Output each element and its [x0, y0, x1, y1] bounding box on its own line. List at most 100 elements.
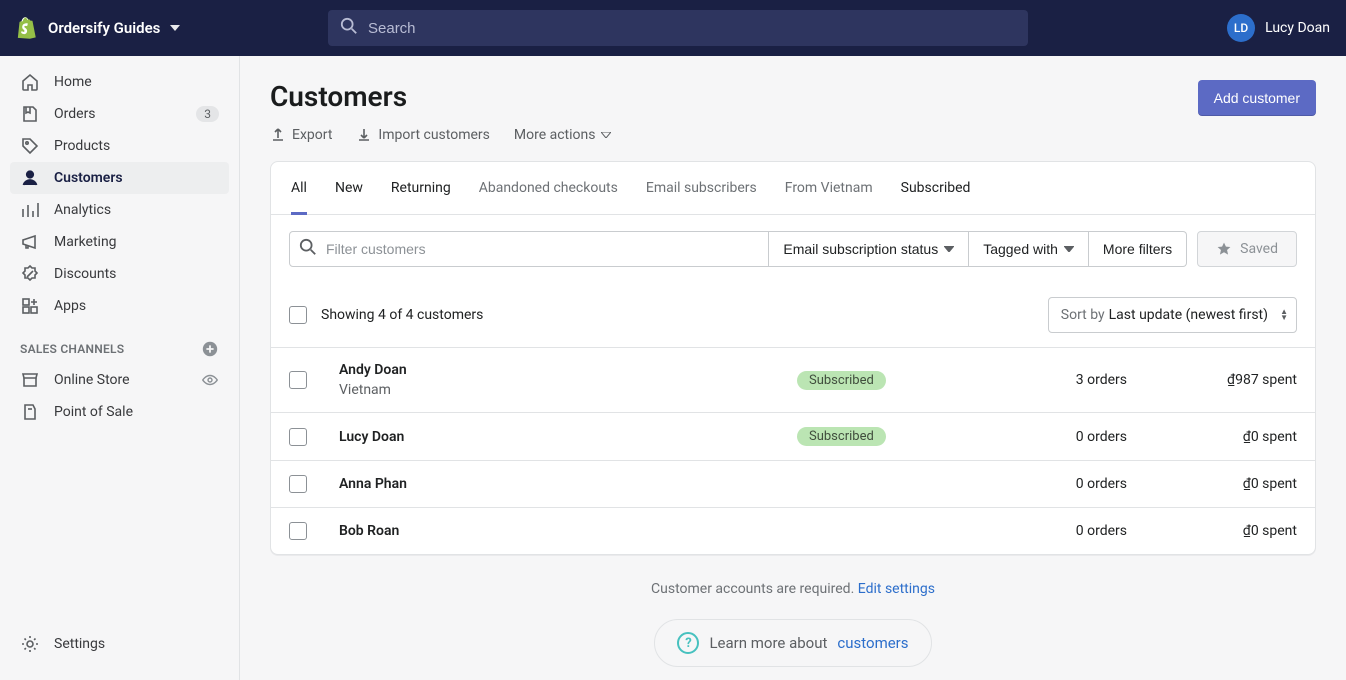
customers-card: All New Returning Abandoned checkouts Email …	[270, 161, 1316, 555]
tab-returning[interactable]: Returning	[391, 162, 451, 215]
sidebar-item-orders[interactable]: Orders 3	[10, 98, 229, 130]
status-badge: Subscribed	[797, 371, 886, 390]
saved-search-button: Saved	[1197, 231, 1297, 267]
sidebar-item-online-store[interactable]: Online Store	[10, 364, 229, 396]
export-label: Export	[292, 127, 332, 143]
customer-rows: Andy DoanVietnam Subscribed 3 orders ₫987 s…	[271, 347, 1315, 554]
global-search-input[interactable]	[328, 10, 1028, 46]
customer-name-cell: Bob Roan	[339, 523, 787, 539]
export-button[interactable]: Export	[270, 127, 332, 143]
customer-name-cell: Andy DoanVietnam	[339, 362, 787, 398]
tab-email-subscribers[interactable]: Email subscribers	[646, 162, 757, 215]
sort-select[interactable]: Sort by Last update (newest first) ▲▼	[1048, 297, 1297, 333]
select-all-checkbox[interactable]	[289, 306, 307, 324]
user-name: Lucy Doan	[1265, 20, 1330, 36]
tab-abandoned-checkouts[interactable]: Abandoned checkouts	[479, 162, 618, 215]
more-filters-label: More filters	[1103, 241, 1172, 257]
gear-icon	[20, 634, 40, 654]
discount-icon	[20, 264, 40, 284]
sidebar-item-label: Analytics	[54, 202, 111, 218]
view-store-icon[interactable]	[201, 371, 219, 389]
tab-all[interactable]: All	[291, 162, 307, 215]
home-icon	[20, 72, 40, 92]
import-button[interactable]: Import customers	[356, 127, 489, 143]
global-search[interactable]	[328, 10, 1028, 46]
learn-prefix: Learn more about	[709, 634, 827, 652]
table-row[interactable]: Bob Roan 0 orders ₫0 spent	[271, 507, 1315, 554]
add-customer-button[interactable]: Add customer	[1198, 80, 1316, 116]
page-secondary-actions: Export Import customers More actions	[270, 127, 611, 143]
edit-settings-link[interactable]: Edit settings	[858, 581, 935, 597]
tab-subscribed[interactable]: Subscribed	[901, 162, 971, 215]
sort-prefix: Sort by	[1061, 307, 1105, 323]
sidebar-item-settings[interactable]: Settings	[10, 628, 229, 660]
showing-count: Showing 4 of 4 customers	[321, 307, 483, 323]
spent-cell: ₫987 spent	[1137, 372, 1297, 388]
sidebar-item-label: Online Store	[54, 372, 130, 388]
more-actions-button[interactable]: More actions	[514, 127, 612, 143]
search-icon	[299, 238, 317, 260]
page-header: Customers Export Import customers More a…	[270, 80, 1316, 143]
import-label: Import customers	[378, 127, 489, 143]
sidebar-item-marketing[interactable]: Marketing	[10, 226, 229, 258]
orders-count-badge: 3	[196, 106, 219, 122]
filter-customers-input[interactable]	[289, 231, 769, 267]
row-checkbox[interactable]	[289, 371, 307, 389]
more-filters-button[interactable]: More filters	[1089, 231, 1187, 267]
sidebar-item-apps[interactable]: Apps	[10, 290, 229, 322]
sidebar-item-customers[interactable]: Customers	[10, 162, 229, 194]
sidebar-item-label: Discounts	[54, 266, 116, 282]
customer-name: Lucy Doan	[339, 429, 787, 445]
user-menu[interactable]: LD Lucy Doan	[1207, 14, 1330, 42]
orders-cell: 0 orders	[967, 476, 1127, 492]
learn-more-link[interactable]: customers	[837, 634, 908, 652]
sidebar-item-discounts[interactable]: Discounts	[10, 258, 229, 290]
main-content: Customers Export Import customers More a…	[240, 56, 1346, 680]
store-switcher[interactable]: Ordersify Guides	[16, 16, 328, 40]
table-row[interactable]: Andy DoanVietnam Subscribed 3 orders ₫987 s…	[271, 347, 1315, 412]
tagged-with-label: Tagged with	[983, 241, 1058, 257]
sidebar-item-home[interactable]: Home	[10, 66, 229, 98]
analytics-icon	[20, 200, 40, 220]
sidebar-item-label: Apps	[54, 298, 86, 314]
sidebar-item-pos[interactable]: Point of Sale	[10, 396, 229, 428]
sidebar-item-label: Orders	[54, 106, 96, 122]
sidebar-item-analytics[interactable]: Analytics	[10, 194, 229, 226]
status-badge: Subscribed	[797, 427, 886, 446]
row-checkbox[interactable]	[289, 428, 307, 446]
saved-label: Saved	[1240, 241, 1278, 257]
megaphone-icon	[20, 232, 40, 252]
sidebar-item-label: Products	[54, 138, 110, 154]
email-status-label: Email subscription status	[783, 241, 938, 257]
email-status-filter[interactable]: Email subscription status	[769, 231, 969, 267]
customer-tabs: All New Returning Abandoned checkouts Email …	[271, 162, 1315, 215]
tag-icon	[20, 136, 40, 156]
orders-cell: 3 orders	[967, 372, 1127, 388]
orders-cell: 0 orders	[967, 523, 1127, 539]
spent-cell: ₫0 spent	[1137, 523, 1297, 539]
customer-name: Andy Doan	[339, 362, 787, 378]
sidebar: Home Orders 3 Products Customers Analyti…	[0, 56, 240, 680]
learn-more-pill[interactable]: ? Learn more about customers	[654, 619, 931, 667]
row-checkbox[interactable]	[289, 522, 307, 540]
search-icon	[340, 17, 358, 39]
sidebar-item-products[interactable]: Products	[10, 130, 229, 162]
caret-down-icon	[170, 25, 180, 31]
customer-name: Bob Roan	[339, 523, 787, 539]
filter-customers-field[interactable]	[289, 231, 769, 267]
list-toolbar: Showing 4 of 4 customers Sort by Last up…	[271, 283, 1315, 347]
tagged-with-filter[interactable]: Tagged with	[969, 231, 1089, 267]
row-checkbox[interactable]	[289, 475, 307, 493]
table-row[interactable]: Anna Phan0 orders₫0 spent	[271, 460, 1315, 507]
table-row[interactable]: Lucy DoanSubscribed0 orders₫0 spent	[271, 412, 1315, 460]
customer-name-cell: Anna Phan	[339, 476, 787, 492]
add-channel-button[interactable]	[201, 340, 219, 358]
shopify-logo-icon	[16, 16, 38, 40]
spent-cell: ₫0 spent	[1137, 429, 1297, 445]
customer-name-cell: Lucy Doan	[339, 429, 787, 445]
tab-new[interactable]: New	[335, 162, 363, 215]
store-icon	[20, 370, 40, 390]
customer-name: Anna Phan	[339, 476, 787, 492]
tab-from-vietnam[interactable]: From Vietnam	[785, 162, 873, 215]
status-cell: Subscribed	[797, 371, 957, 390]
